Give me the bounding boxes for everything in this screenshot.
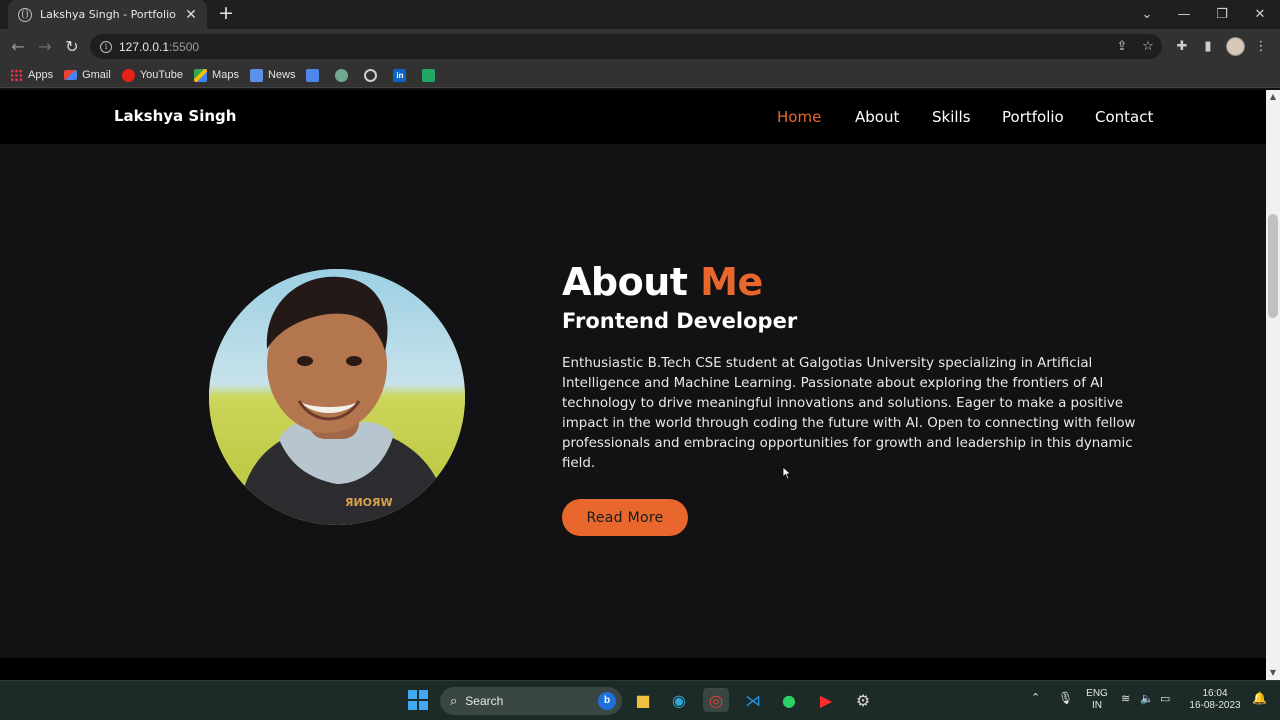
scroll-down-arrow-icon[interactable]: ▼ [1266,666,1280,680]
bookmark-youtube[interactable]: YouTube [121,68,184,82]
apps-grid-icon [10,68,23,82]
reload-button[interactable]: ↻ [59,29,85,63]
role-subheading: Frontend Developer [562,309,798,333]
wifi-icon[interactable]: ≋ [1121,693,1130,705]
battery-icon[interactable]: ▭ [1160,693,1170,705]
minimize-button[interactable]: — [1165,0,1203,29]
lang-bottom: IN [1092,700,1102,711]
url-host: 127.0.0.1 [119,39,170,54]
vscode-icon[interactable]: ⋊ [740,688,766,712]
bookmark-apps[interactable]: Apps [10,68,54,82]
url-port: :5500 [169,39,200,54]
maps-icon [194,68,208,82]
bookmark-linkedin[interactable]: in [393,68,411,82]
clock[interactable]: 16:04 16-08-2023 [1186,688,1244,712]
svg-text:ЯИОЯW: ЯИОЯW [345,496,393,509]
page-scrollbar[interactable] [1266,90,1280,680]
about-heading-accent: Me [700,260,763,304]
bookmark-globe[interactable] [364,68,382,82]
windows-start-icon[interactable] [408,690,428,710]
globe-icon [364,68,378,82]
site-info-icon[interactable]: i [100,40,112,53]
settings-icon[interactable]: ⚙ [850,688,876,712]
next-section-edge [0,658,1266,680]
edge-icon[interactable]: ◉ [666,688,692,712]
nav-skills[interactable]: Skills [932,108,971,126]
bookmark-maps[interactable]: Maps [194,68,239,82]
clock-time: 16:04 [1202,688,1228,699]
nav-about[interactable]: About [855,108,899,126]
bookmark-gmail[interactable]: Gmail [64,69,111,81]
bookmark-label: Maps [212,69,239,81]
translate-icon [306,68,320,82]
bookmark-label: Apps [28,69,54,81]
side-panel-icon[interactable]: ▮ [1199,38,1217,56]
globe-icon [18,7,32,22]
web-page: Lakshya Singh Home About Skills Portfoli… [0,90,1266,680]
bookmark-label: Gmail [82,69,111,81]
nav-portfolio[interactable]: Portfolio [1002,108,1064,126]
bookmark-translate[interactable] [306,68,324,82]
file-explorer-icon[interactable]: ■ [630,688,656,712]
lang-top: ENG [1086,688,1108,699]
nav-home[interactable]: Home [777,108,821,126]
menu-kebab-icon[interactable]: ⋮ [1252,38,1270,56]
scrollbar-thumb[interactable] [1268,214,1278,318]
chatgpt-icon [335,68,349,82]
browser-tab[interactable]: Lakshya Singh - Portfolio ✕ [8,0,207,29]
bookmark-sheets[interactable] [422,68,440,82]
language-indicator[interactable]: ENG IN [1084,688,1110,712]
read-more-button[interactable]: Read More [562,499,688,536]
notifications-icon[interactable]: 🔔 [1252,692,1267,704]
gmail-icon [64,70,78,80]
bookmark-news[interactable]: News [249,68,296,82]
mouse-cursor-icon [782,466,792,480]
sheets-icon [422,68,436,82]
close-tab-icon[interactable]: ✕ [183,7,199,23]
scroll-up-arrow-icon[interactable]: ▲ [1266,90,1280,104]
tray-overflow-icon[interactable]: ⌃ [1031,692,1040,704]
volume-icon[interactable]: 🔈 [1140,693,1154,705]
microphone-icon[interactable]: 🎙 [1058,692,1073,704]
bookmarks-bar: Apps Gmail YouTube Maps News in [0,63,1280,88]
about-heading-main: About [562,260,688,304]
bookmark-label: YouTube [139,69,184,81]
search-icon: ⌕ [450,693,458,708]
bookmark-star-icon[interactable]: ☆ [1139,38,1157,56]
address-bar[interactable]: i 127.0.0.1 :5500 [90,34,1162,59]
tab-search-icon[interactable]: ⌄ [1128,0,1166,29]
search-label: Search [465,694,504,708]
youtube-icon [121,68,135,82]
taskbar-search[interactable]: ⌕ Search b [440,687,622,715]
profile-portrait-illustration: ЯИОЯW [209,269,465,525]
extensions-icon[interactable]: ✚ [1173,38,1191,56]
bing-icon: b [598,692,616,710]
bookmark-label: News [267,69,296,81]
whatsapp-icon[interactable]: ● [776,688,802,712]
linkedin-icon: in [393,68,407,82]
clock-date: 16-08-2023 [1189,700,1241,711]
new-tab-button[interactable]: + [216,4,236,24]
about-heading: About Me [562,260,763,304]
share-icon[interactable]: ⇪ [1113,38,1131,56]
site-logo[interactable]: Lakshya Singh [114,107,236,125]
restore-button[interactable]: ❐ [1203,0,1241,29]
nav-contact[interactable]: Contact [1095,108,1153,126]
bio-paragraph: Enthusiastic B.Tech CSE student at Galgo… [562,356,1136,471]
chrome-icon[interactable]: ◎ [703,688,729,712]
news-icon [249,68,263,82]
bookmark-chatgpt[interactable] [335,68,353,82]
forward-button[interactable]: → [32,29,58,63]
youtube-app-icon[interactable]: ▶ [813,688,839,712]
profile-avatar[interactable] [1226,37,1245,56]
profile-photo: ЯИОЯW [209,269,465,525]
tab-title: Lakshya Singh - Portfolio [40,8,176,21]
close-window-button[interactable]: ✕ [1241,0,1279,29]
back-button[interactable]: ← [5,29,31,63]
